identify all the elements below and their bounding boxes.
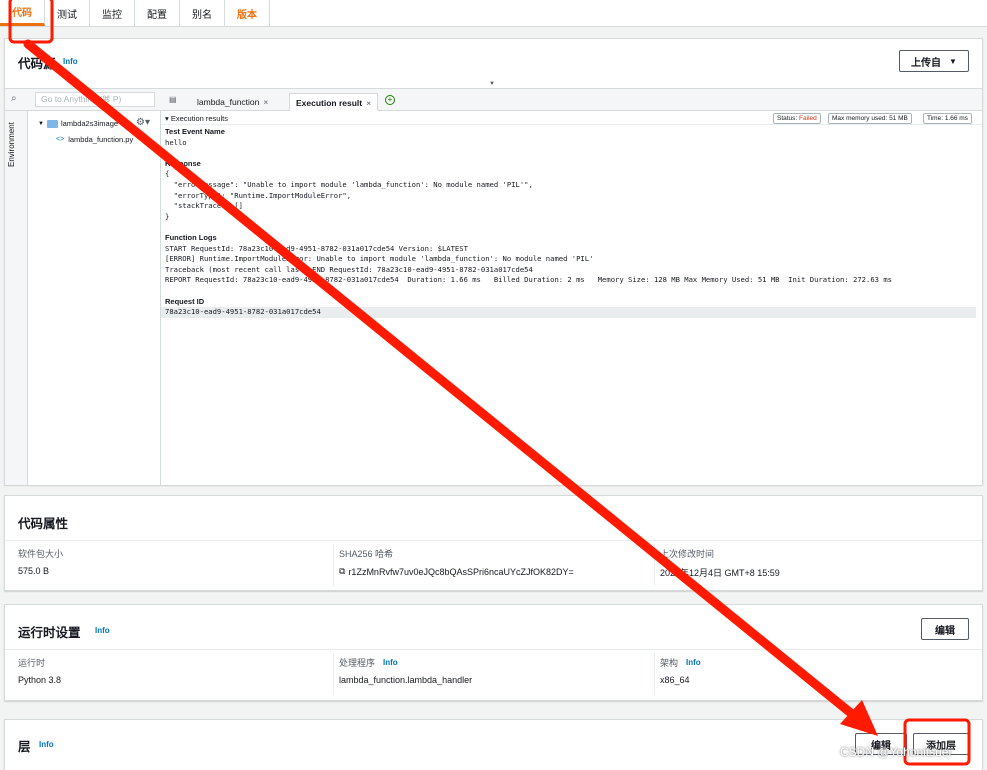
- python-file-icon: <>: [56, 136, 65, 143]
- layers-info-link[interactable]: Info: [39, 740, 54, 749]
- log-line: START RequestId: 78a23c10-ead9-4951-8782…: [165, 243, 468, 253]
- ide-search-bar: ⌕ Go to Anything (⌘ P): [5, 89, 161, 111]
- runtime-label: 运行时: [18, 658, 46, 668]
- sha256-label: SHA256 哈希: [339, 549, 394, 559]
- code-properties-panel: 代码属性 软件包大小 575.0 B SHA256 哈希 ⧉ r1ZzMnRvf…: [4, 495, 983, 591]
- runtime-info-link[interactable]: Info: [95, 626, 110, 635]
- log-line: [ERROR] Runtime.ImportModuleError: Unabl…: [165, 254, 594, 264]
- response-heading: Response: [165, 158, 201, 168]
- gear-icon[interactable]: ⚙▾: [136, 117, 150, 128]
- log-line: REPORT RequestId: 78a23c10-ead9-4951-878…: [165, 275, 892, 285]
- caret-down-icon: ▼: [38, 120, 44, 127]
- test-event-heading: Test Event Name: [165, 127, 225, 136]
- response-line: "errorMessage": "Unable to import module…: [165, 179, 533, 189]
- layers-title: 层: [18, 740, 31, 754]
- architecture-value: x86_64: [660, 675, 690, 685]
- tab-versions[interactable]: 版本: [225, 0, 270, 26]
- handler-field: 处理程序 Info lambda_function.lambda_handler: [339, 656, 472, 685]
- runtime-settings-header: 运行时设置 Info 编辑: [5, 605, 982, 650]
- divider: [654, 653, 655, 695]
- last-modified-field: 上次修改时间 2022年12月4日 GMT+8 15:59: [660, 547, 780, 579]
- folder-icon: [46, 119, 58, 128]
- code-properties-header: 代码属性: [5, 496, 982, 541]
- tree-folder-item[interactable]: ▼ lambda2s3image: [38, 119, 118, 128]
- max-memory-badge: Max memory used: 51 MB: [828, 113, 912, 124]
- function-tabs: 代码 测试 监控 配置 别名 版本: [0, 0, 987, 27]
- file-name: lambda_function.py: [68, 135, 134, 144]
- folder-name: lambda2s3image: [60, 119, 119, 128]
- last-modified-value: 2022年12月4日 GMT+8 15:59: [660, 568, 780, 578]
- response-line: }: [165, 211, 170, 221]
- file-tree: ▼ lambda2s3image ⚙▾ <> lambda_function.p…: [28, 111, 161, 485]
- runtime-settings-title: 运行时设置: [18, 626, 81, 640]
- package-size-field: 软件包大小 575.0 B: [18, 547, 63, 576]
- execution-output: Test Event Name hello Response { "errorM…: [161, 127, 980, 318]
- code-source-title: 代码源: [18, 57, 56, 71]
- code-source-panel: 代码源 Info 上传自 ▼ ▼ ⌕ Go to Anything (⌘ P) …: [4, 38, 983, 485]
- handler-info-link[interactable]: Info: [383, 658, 398, 667]
- caret-down-icon: ▼: [949, 56, 957, 66]
- editor-tab-lambda-function[interactable]: lambda_function ×: [191, 93, 274, 111]
- code-editor-ide: ⌕ Go to Anything (⌘ P) Environment ▼ lam…: [5, 88, 982, 485]
- sha256-field: SHA256 哈希 ⧉ r1ZzMnRvfw7uv0eJQc8bQAsSPri6…: [339, 547, 574, 577]
- tab-aliases[interactable]: 别名: [180, 0, 225, 26]
- response-line: {: [165, 169, 170, 179]
- time-badge: Time: 1.66 ms: [923, 113, 972, 124]
- test-event-value: hello: [165, 137, 187, 147]
- editor-tab-bar: ▤ lambda_function × Execution result × +: [161, 89, 982, 111]
- tab-code[interactable]: 代码: [0, 0, 45, 26]
- runtime-settings-panel: 运行时设置 Info 编辑 运行时 Python 3.8 处理程序 Info la…: [4, 604, 983, 701]
- function-logs-heading: Function Logs: [165, 232, 217, 242]
- environment-label[interactable]: Environment: [7, 122, 16, 167]
- editor-area: ▤ lambda_function × Execution result × +…: [161, 89, 982, 485]
- runtime-field: 运行时 Python 3.8: [18, 656, 61, 685]
- response-line: "stackTrace": []: [165, 201, 243, 211]
- upload-from-button[interactable]: 上传自 ▼: [899, 50, 969, 72]
- add-tab-icon[interactable]: +: [385, 95, 395, 105]
- tab-monitor[interactable]: 监控: [90, 0, 135, 26]
- editor-tab-label: Execution result: [296, 97, 363, 108]
- divider: [333, 653, 334, 695]
- architecture-info-link[interactable]: Info: [686, 658, 701, 667]
- execution-results-bar: ▾ Execution results Status: Failed Max m…: [161, 111, 982, 125]
- package-size-label: 软件包大小: [18, 549, 64, 559]
- sha256-value: r1ZzMnRvfw7uv0eJQc8bQAsSPri6ncaUYcZJfOK8…: [348, 566, 574, 577]
- request-id-heading: Request ID: [165, 296, 205, 306]
- log-line: Traceback (most recent call last):END Re…: [165, 264, 533, 274]
- architecture-label: 架构: [660, 658, 679, 668]
- handler-value: lambda_function.lambda_handler: [339, 675, 473, 685]
- status-badge: Status: Failed: [773, 113, 821, 124]
- close-icon[interactable]: ×: [263, 97, 268, 107]
- search-icon[interactable]: ⌕: [11, 93, 17, 104]
- collapse-handle-icon[interactable]: ▼: [489, 81, 495, 87]
- architecture-field: 架构 Info x86_64: [660, 656, 701, 685]
- tab-menu-icon[interactable]: ▤: [169, 95, 177, 104]
- code-source-info-link[interactable]: Info: [63, 57, 78, 66]
- code-source-header: 代码源 Info 上传自 ▼: [5, 39, 982, 84]
- go-to-anything-input[interactable]: Go to Anything (⌘ P): [35, 92, 155, 107]
- code-properties-title: 代码属性: [18, 517, 69, 531]
- request-id-value: 78a23c10-ead9-4951-8782-031a017cde54: [161, 307, 976, 318]
- handler-label: 处理程序: [339, 658, 376, 668]
- environment-strip: Environment: [5, 111, 28, 485]
- package-size-value: 575.0 B: [18, 566, 50, 576]
- tree-file-item[interactable]: <> lambda_function.py: [56, 135, 133, 144]
- tab-configuration[interactable]: 配置: [135, 0, 180, 26]
- execution-results-title[interactable]: ▾ Execution results: [165, 114, 228, 123]
- copy-icon[interactable]: ⧉: [339, 566, 345, 577]
- upload-from-label: 上传自: [911, 57, 942, 69]
- divider: [333, 544, 334, 586]
- response-line: "errorType": "Runtime.ImportModuleError"…: [165, 190, 352, 200]
- layers-panel: 层 Info 编辑 添加层: [4, 719, 983, 770]
- divider: [654, 544, 655, 586]
- runtime-value: Python 3.8: [18, 675, 62, 685]
- close-icon[interactable]: ×: [366, 98, 371, 108]
- runtime-edit-button[interactable]: 编辑: [921, 618, 969, 640]
- last-modified-label: 上次修改时间: [660, 549, 715, 559]
- watermark: CSDN @Yohonitsuei: [840, 745, 952, 759]
- editor-tab-execution-result[interactable]: Execution result ×: [289, 93, 379, 111]
- tab-test[interactable]: 测试: [45, 0, 90, 26]
- editor-tab-label: lambda_function: [197, 97, 260, 107]
